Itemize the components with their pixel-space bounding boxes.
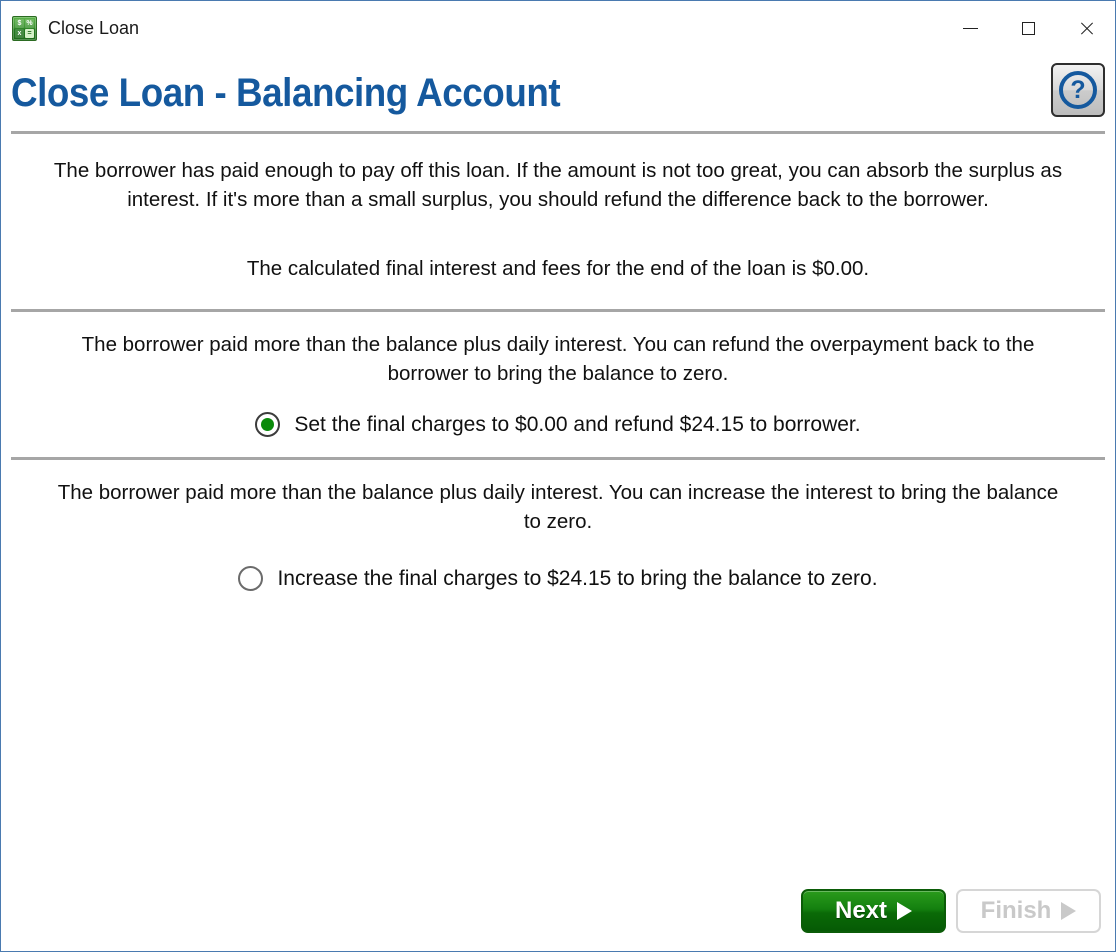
intro-section: The borrower has paid enough to pay off … bbox=[1, 134, 1115, 283]
finish-button-label: Finish bbox=[980, 897, 1052, 924]
spacer-refund bbox=[1, 437, 1115, 457]
next-button-label: Next bbox=[834, 897, 888, 924]
close-loan-window: $ % x = Close Loan Close Loan - Balancin… bbox=[0, 0, 1116, 952]
increase-section: The borrower paid more than the balance … bbox=[1, 460, 1115, 592]
title-bar-left: $ % x = Close Loan bbox=[1, 15, 140, 41]
page-header: Close Loan - Balancing Account ? bbox=[1, 55, 1115, 131]
refund-section: The borrower paid more than the balance … bbox=[1, 312, 1115, 438]
icon-glyph-dollar: $ bbox=[15, 18, 24, 28]
next-button[interactable]: Next bbox=[801, 889, 946, 933]
refund-paragraph: The borrower paid more than the balance … bbox=[81, 333, 1035, 385]
maximize-icon bbox=[1021, 21, 1035, 35]
close-icon bbox=[1079, 21, 1094, 36]
help-button[interactable]: ? bbox=[1051, 63, 1105, 117]
spacer-intro bbox=[1, 283, 1115, 309]
increase-option-label: Increase the final charges to $24.15 to … bbox=[277, 567, 878, 591]
refund-option-row[interactable]: Set the final charges to $0.00 and refun… bbox=[27, 412, 1089, 438]
play-triangle-icon-finish bbox=[1061, 902, 1077, 920]
icon-glyph-equals: = bbox=[25, 28, 34, 38]
icon-glyph-times: x bbox=[15, 28, 24, 38]
window-title: Close Loan bbox=[48, 17, 140, 38]
content-area: The borrower has paid enough to pay off … bbox=[1, 134, 1115, 951]
increase-paragraph: The borrower paid more than the balance … bbox=[57, 481, 1059, 534]
calculator-icon: $ % x = bbox=[12, 15, 37, 41]
page-title: Close Loan - Balancing Account bbox=[11, 71, 561, 115]
increase-option-row[interactable]: Increase the final charges to $24.15 to … bbox=[27, 566, 1089, 592]
window-controls bbox=[941, 1, 1115, 55]
minimize-icon bbox=[962, 27, 978, 29]
finish-button: Finish bbox=[956, 889, 1101, 933]
increase-radio[interactable] bbox=[238, 566, 264, 592]
intro-paragraph-1: The borrower has paid enough to pay off … bbox=[53, 159, 1063, 211]
question-mark-icon: ? bbox=[1059, 71, 1097, 109]
icon-glyph-percent: % bbox=[25, 18, 34, 28]
footer-bar: Next Finish bbox=[1, 889, 1115, 951]
title-bar: $ % x = Close Loan bbox=[1, 1, 1115, 55]
refund-option-label: Set the final charges to $0.00 and refun… bbox=[294, 413, 861, 436]
refund-radio[interactable] bbox=[255, 412, 281, 438]
close-button[interactable] bbox=[1057, 1, 1115, 55]
play-triangle-icon bbox=[897, 902, 913, 920]
intro-paragraph-2: The calculated final interest and fees f… bbox=[246, 257, 870, 280]
minimize-button[interactable] bbox=[941, 1, 999, 55]
maximize-button[interactable] bbox=[999, 1, 1057, 55]
